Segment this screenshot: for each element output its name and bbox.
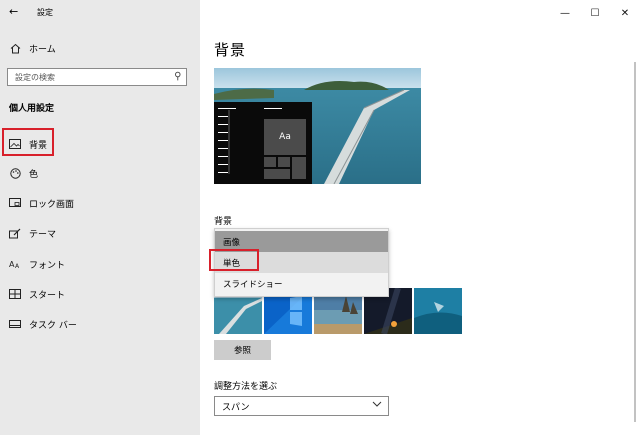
option-highlight [209, 249, 259, 271]
scrollbar[interactable] [630, 56, 640, 435]
sidebar-item-home[interactable]: ホーム [0, 35, 200, 61]
search-box[interactable]: ⚲ [7, 68, 187, 86]
sidebar-item-label: タスク バー [29, 320, 77, 331]
main-content: — ☐ ✕ 背景 Aa 背景 画像 単色 スライドショー 参照 調整方法を選ぶ … [200, 0, 640, 435]
preview-start-menu: Aa [214, 102, 312, 184]
selection-highlight [2, 128, 54, 156]
fit-label: 調整方法を選ぶ [214, 382, 278, 392]
theme-brush-icon [9, 227, 21, 239]
sidebar-item-label: ホーム [29, 44, 56, 55]
app-title: 設定 [37, 8, 53, 17]
background-preview: Aa [214, 68, 421, 184]
sidebar-item-color[interactable]: 色 [0, 160, 200, 186]
sidebar-item-taskbar[interactable]: タスク バー [0, 311, 200, 337]
palette-icon [9, 167, 21, 179]
preview-sample-text: Aa [264, 119, 306, 155]
title-bar: ← 設定 [0, 0, 200, 26]
page-title: 背景 [214, 41, 247, 59]
chevron-down-icon [372, 399, 382, 412]
back-arrow-icon[interactable]: ← [9, 5, 18, 18]
maximize-button[interactable]: ☐ [580, 0, 610, 26]
home-icon [9, 42, 21, 54]
taskbar-icon [9, 318, 21, 330]
lock-screen-icon [9, 197, 21, 209]
minimize-button[interactable]: — [550, 0, 580, 26]
sidebar-item-label: 色 [29, 169, 39, 180]
sidebar-item-label: フォント [29, 260, 66, 271]
search-input[interactable] [15, 70, 165, 84]
sidebar-item-lock-screen[interactable]: ロック画面 [0, 190, 200, 216]
dropdown-option-slideshow[interactable]: スライドショー [215, 273, 388, 294]
close-button[interactable]: ✕ [610, 0, 640, 26]
search-icon[interactable]: ⚲ [174, 71, 181, 82]
sidebar-item-theme[interactable]: テーマ [0, 220, 200, 246]
sidebar: ← 設定 ホーム ⚲ 個人用設定 背景 色 ロック画面 テーマ [0, 0, 200, 435]
start-icon [9, 288, 21, 300]
sidebar-item-font[interactable]: AA フォント [0, 251, 200, 277]
sidebar-item-label: テーマ [29, 229, 57, 240]
sidebar-item-start[interactable]: スタート [0, 281, 200, 307]
font-icon: AA [9, 258, 21, 270]
fit-select-value: スパン [222, 403, 250, 413]
fit-select[interactable]: スパン [214, 396, 389, 416]
thumbnail-underwater[interactable] [414, 288, 462, 334]
browse-button[interactable]: 参照 [214, 340, 271, 360]
svg-text:A: A [15, 263, 20, 269]
section-heading: 個人用設定 [9, 104, 55, 114]
window-controls: — ☐ ✕ [550, 0, 640, 26]
sidebar-item-label: スタート [29, 290, 66, 301]
background-label: 背景 [214, 217, 233, 227]
scrollbar-thumb[interactable] [634, 62, 636, 422]
sidebar-item-label: ロック画面 [29, 199, 75, 210]
